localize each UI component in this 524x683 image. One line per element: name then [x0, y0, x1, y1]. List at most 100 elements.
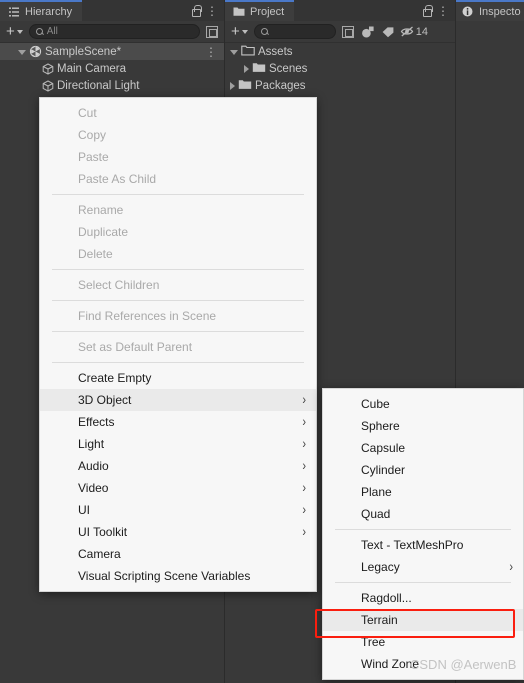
- create-gameobject-button[interactable]: +: [4, 24, 25, 39]
- submenu-item-cube[interactable]: Cube: [323, 393, 523, 415]
- hidden-packages-count: 14: [415, 25, 429, 38]
- inspector-tabbar: Inspecto: [456, 0, 524, 21]
- project-row-scenes[interactable]: Scenes: [225, 60, 455, 77]
- menu-item-3d-object[interactable]: 3D Object ›: [40, 389, 316, 411]
- project-toolbar: + 14: [225, 21, 455, 43]
- menu-item-camera[interactable]: Camera: [40, 543, 316, 565]
- chevron-down-icon[interactable]: [230, 49, 238, 55]
- menu-item-label: Terrain: [361, 613, 398, 627]
- menu-item-visual-scripting-scene-variables[interactable]: Visual Scripting Scene Variables: [40, 565, 316, 587]
- hierarchy-row-samplescene[interactable]: SampleScene* ⋮: [0, 43, 224, 60]
- tab-inspector[interactable]: Inspecto: [456, 0, 524, 21]
- menu-item-create-empty[interactable]: Create Empty: [40, 367, 316, 389]
- project-row-label: Packages: [255, 79, 306, 92]
- menu-item-copy: Copy: [40, 124, 316, 146]
- lock-icon[interactable]: [422, 5, 433, 17]
- menu-item-label: Capsule: [361, 441, 406, 455]
- menu-item-label: Audio: [78, 459, 109, 473]
- submenu-item-quad[interactable]: Quad: [323, 503, 523, 525]
- menu-item-label: Cube: [361, 397, 390, 411]
- chevron-down-icon: [241, 29, 248, 34]
- chevron-down-icon[interactable]: [18, 49, 26, 55]
- menu-item-label: Light: [78, 437, 105, 451]
- menu-item-label: Tree: [361, 635, 386, 649]
- menu-separator: [52, 194, 304, 195]
- chevron-down-icon: [16, 29, 23, 34]
- submenu-item-cylinder[interactable]: Cylinder: [323, 459, 523, 481]
- menu-separator: [335, 529, 511, 530]
- menu-separator: [335, 582, 511, 583]
- project-search-input[interactable]: [253, 24, 336, 39]
- menu-item-label: Select Children: [78, 278, 160, 292]
- menu-item-video[interactable]: Video ›: [40, 477, 316, 499]
- filter-by-type-icon[interactable]: [360, 24, 376, 40]
- chevron-right-icon: ›: [509, 559, 513, 575]
- menu-item-label: Text - TextMeshPro: [361, 538, 464, 552]
- submenu-item-sphere[interactable]: Sphere: [323, 415, 523, 437]
- hierarchy-gutter: [0, 43, 33, 683]
- hierarchy-row-label: Main Camera: [57, 62, 127, 75]
- search-icon: [260, 28, 268, 35]
- submenu-item-legacy[interactable]: Legacy ›: [323, 556, 523, 578]
- menu-separator: [52, 362, 304, 363]
- project-row-packages[interactable]: Packages: [225, 77, 455, 94]
- gameobject-cube-icon: [42, 79, 54, 92]
- create-asset-button[interactable]: +: [229, 24, 250, 39]
- menu-item-ui[interactable]: UI ›: [40, 499, 316, 521]
- kebab-menu-icon[interactable]: ⋮: [437, 5, 449, 17]
- menu-item-label: Camera: [78, 547, 121, 561]
- hidden-packages-toggle[interactable]: 14: [400, 24, 428, 40]
- menu-item-label: Set as Default Parent: [78, 340, 193, 354]
- tab-project[interactable]: Project: [225, 0, 295, 21]
- expand-window-icon[interactable]: [204, 24, 220, 40]
- submenu-item-text-textmeshpro[interactable]: Text - TextMeshPro: [323, 534, 523, 556]
- project-row-assets[interactable]: Assets: [225, 43, 455, 60]
- project-tabbar: Project ⋮: [225, 0, 455, 21]
- hierarchy-search-input[interactable]: All: [28, 24, 200, 39]
- 3d-object-submenu[interactable]: Cube Sphere Capsule Cylinder Plane Quad …: [322, 388, 524, 680]
- menu-item-label: Visual Scripting Scene Variables: [78, 569, 251, 583]
- menu-item-label: Effects: [78, 415, 115, 429]
- menu-item-label: UI Toolkit: [78, 525, 128, 539]
- submenu-item-tree[interactable]: Tree: [323, 631, 523, 653]
- folder-icon: [233, 6, 245, 18]
- tab-hierarchy[interactable]: Hierarchy: [0, 0, 83, 21]
- hierarchy-context-menu[interactable]: Cut Copy Paste Paste As Child Rename Dup…: [39, 97, 317, 592]
- chevron-right-icon[interactable]: [244, 64, 249, 73]
- hierarchy-icon: [8, 6, 20, 18]
- hierarchy-tabbar: Hierarchy ⋮: [0, 0, 224, 21]
- chevron-right-icon: ›: [302, 436, 306, 452]
- expand-window-icon[interactable]: [340, 24, 356, 40]
- info-icon: [462, 6, 474, 18]
- project-row-label: Scenes: [269, 62, 308, 75]
- menu-item-label: Paste As Child: [78, 172, 157, 186]
- menu-item-light[interactable]: Light ›: [40, 433, 316, 455]
- menu-item-label: Plane: [361, 485, 392, 499]
- hierarchy-toolbar: + All: [0, 21, 224, 43]
- submenu-item-plane[interactable]: Plane: [323, 481, 523, 503]
- scene-kebab-menu-icon[interactable]: ⋮: [205, 46, 217, 58]
- project-row-label: Assets: [258, 45, 293, 58]
- folder-icon: [252, 61, 266, 76]
- hierarchy-row-directional-light[interactable]: Directional Light: [0, 77, 224, 94]
- menu-item-label: Duplicate: [78, 225, 129, 239]
- menu-item-label: UI: [78, 503, 90, 517]
- kebab-menu-icon[interactable]: ⋮: [206, 5, 218, 17]
- menu-separator: [52, 269, 304, 270]
- chevron-right-icon[interactable]: [230, 81, 235, 90]
- gameobject-cube-icon: [42, 62, 54, 75]
- hierarchy-search-placeholder: All: [46, 26, 58, 37]
- menu-item-label: Delete: [78, 247, 113, 261]
- menu-item-label: Paste: [78, 150, 109, 164]
- submenu-item-terrain[interactable]: Terrain: [323, 609, 523, 631]
- menu-item-ui-toolkit[interactable]: UI Toolkit ›: [40, 521, 316, 543]
- menu-item-audio[interactable]: Audio ›: [40, 455, 316, 477]
- add-icon: +: [6, 23, 15, 40]
- menu-item-effects[interactable]: Effects ›: [40, 411, 316, 433]
- lock-icon[interactable]: [191, 5, 202, 17]
- menu-item-label: Quad: [361, 507, 391, 521]
- submenu-item-capsule[interactable]: Capsule: [323, 437, 523, 459]
- filter-by-label-icon[interactable]: [380, 24, 396, 40]
- hierarchy-row-main-camera[interactable]: Main Camera: [0, 60, 224, 77]
- submenu-item-ragdoll[interactable]: Ragdoll...: [323, 587, 523, 609]
